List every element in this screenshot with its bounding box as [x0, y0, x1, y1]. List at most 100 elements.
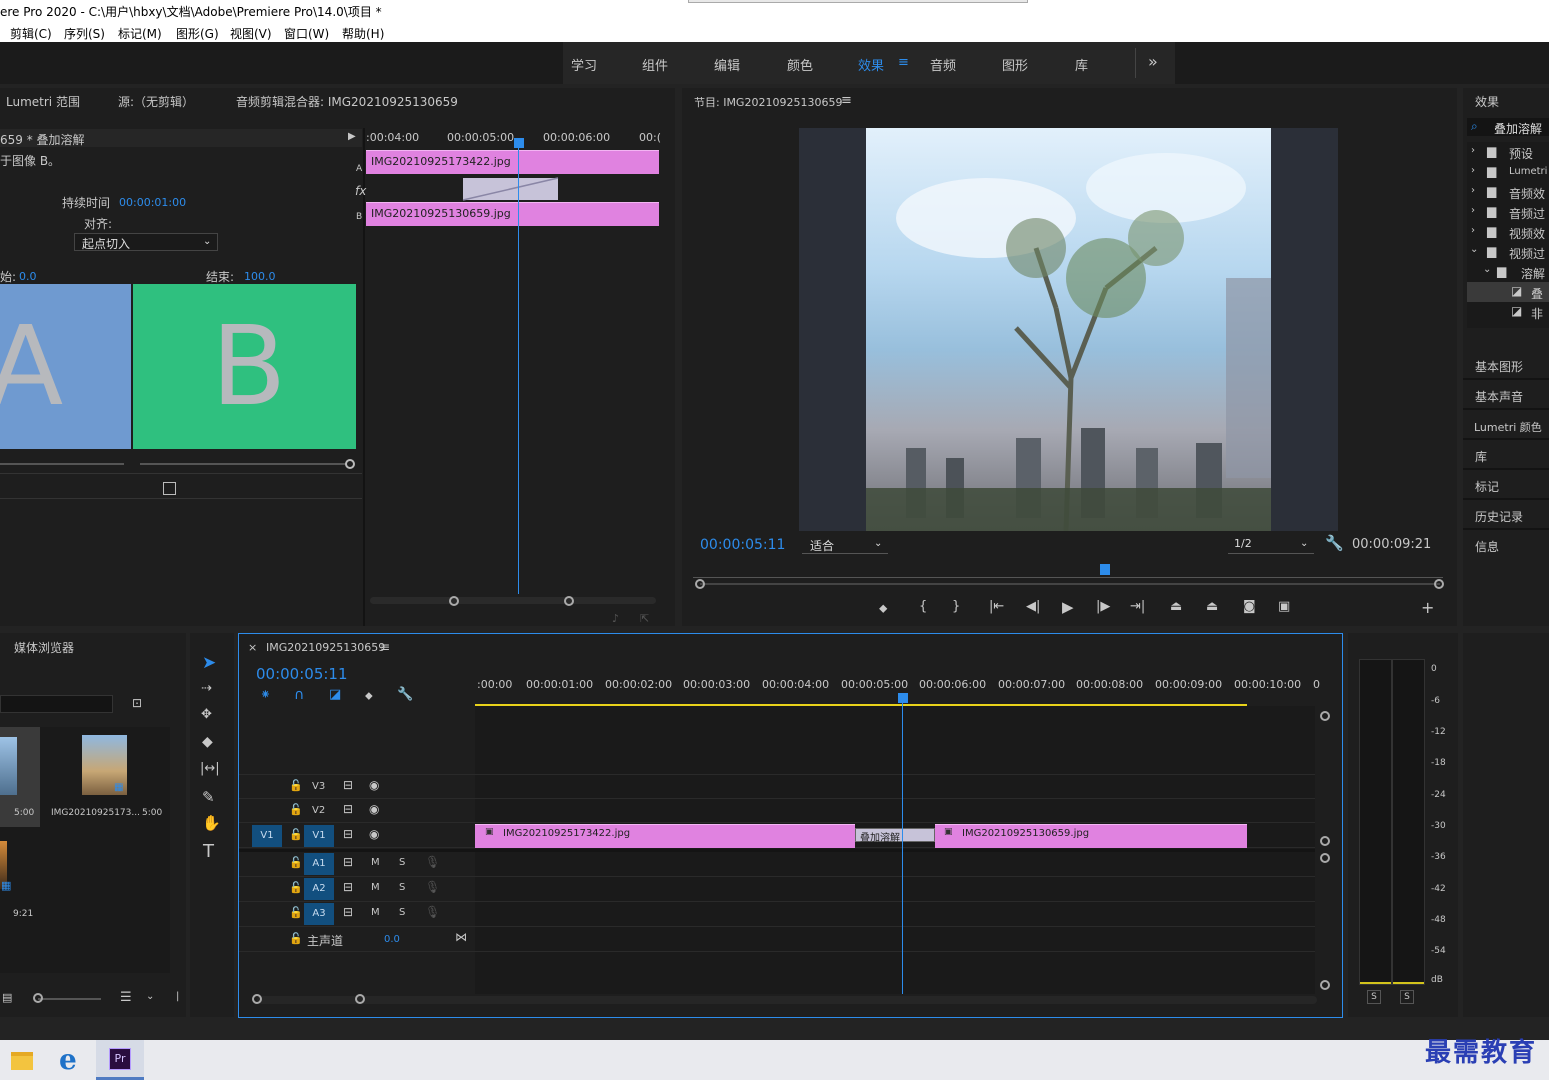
- effects-search[interactable]: ⌕ 叠加溶解: [1467, 118, 1549, 136]
- end-slider-handle[interactable]: [345, 459, 355, 469]
- v-scroll-handle[interactable]: [1320, 711, 1330, 721]
- end-slider[interactable]: [140, 463, 346, 465]
- wrench-icon[interactable]: 🔧: [1325, 534, 1344, 552]
- workspace-tab[interactable]: 音频: [930, 55, 956, 74]
- export-frame-icon[interactable]: ◙: [1243, 599, 1256, 614]
- program-timecode[interactable]: 00:00:05:11: [700, 537, 785, 553]
- program-scrollbar[interactable]: [700, 583, 1440, 585]
- mute-button[interactable]: M: [371, 857, 380, 868]
- panel-markers[interactable]: 标记: [1463, 472, 1549, 500]
- resize-handle[interactable]: |: [176, 991, 179, 1002]
- pen-tool-icon[interactable]: ✎: [202, 788, 215, 806]
- program-menu-icon[interactable]: ≡: [841, 93, 852, 108]
- edge-browser-icon[interactable]: e: [59, 1043, 77, 1076]
- premiere-taskbar-item[interactable]: Pr: [96, 1040, 144, 1080]
- sync-lock-icon[interactable]: ⊟: [343, 778, 353, 792]
- razor-tool-icon[interactable]: ◆: [202, 734, 213, 750]
- h-scroll-handle[interactable]: [252, 994, 262, 1004]
- tab-audio-clip-mixer[interactable]: 音频剪辑混合器: IMG20210925130659: [236, 93, 458, 110]
- workspace-tab[interactable]: 组件: [642, 55, 668, 74]
- lock-icon[interactable]: 🔓: [289, 881, 303, 894]
- microphone-icon[interactable]: 🎙: [425, 855, 440, 869]
- program-ruler[interactable]: [693, 570, 1443, 578]
- track-target-a3[interactable]: A3: [304, 903, 334, 925]
- solo-button[interactable]: S: [399, 882, 405, 893]
- clip-a[interactable]: IMG20210925173422.jpg: [366, 150, 659, 174]
- microphone-icon[interactable]: 🎙: [425, 905, 440, 919]
- track-label[interactable]: V2: [312, 805, 325, 816]
- v-scroll-handle[interactable]: [1320, 980, 1330, 990]
- nest-icon[interactable]: ⁕: [260, 688, 271, 703]
- tree-item-video-transitions[interactable]: ⌄ ▆ 视频过: [1467, 242, 1549, 262]
- mini-scroll-handle[interactable]: [564, 596, 574, 606]
- program-playhead[interactable]: [1100, 564, 1110, 575]
- sort-icon[interactable]: ☰: [120, 990, 132, 1005]
- chevron-down-icon[interactable]: ⌄: [146, 991, 154, 1002]
- start-slider[interactable]: [0, 463, 124, 465]
- tree-item-audio-transitions[interactable]: › ▆ 音频过: [1467, 202, 1549, 222]
- go-to-in-icon[interactable]: |⇤: [989, 599, 1004, 614]
- sync-lock-icon[interactable]: ⊟: [343, 827, 353, 841]
- workspace-tab[interactable]: 颜色: [787, 55, 813, 74]
- track-target-v1[interactable]: V1: [304, 825, 334, 847]
- ripple-edit-tool-icon[interactable]: ✥: [201, 707, 212, 722]
- workspace-tab[interactable]: 图形: [1002, 55, 1028, 74]
- lock-icon[interactable]: 🔓: [289, 779, 303, 792]
- button-editor-icon[interactable]: +: [1421, 598, 1434, 617]
- track-label[interactable]: V3: [312, 781, 325, 792]
- panel-essential-sound[interactable]: 基本声音: [1463, 382, 1549, 410]
- h-scroll-handle[interactable]: [355, 994, 365, 1004]
- track-select-tool-icon[interactable]: ⇢: [201, 681, 212, 696]
- solo-left-button[interactable]: S: [1367, 990, 1381, 1004]
- lock-icon[interactable]: 🔓: [289, 932, 303, 945]
- audio-icon[interactable]: ♪: [612, 612, 619, 625]
- workspace-tab[interactable]: 学习: [571, 55, 597, 74]
- zoom-slider[interactable]: [38, 998, 101, 1000]
- lock-icon[interactable]: 🔓: [289, 803, 303, 816]
- menu-item[interactable]: 图形(G): [176, 25, 219, 42]
- menu-item[interactable]: 视图(V): [230, 25, 272, 42]
- selection-tool-icon[interactable]: ➤: [202, 653, 216, 673]
- sync-lock-icon[interactable]: ⊟: [343, 905, 353, 919]
- add-marker-icon[interactable]: ⬥: [365, 689, 373, 703]
- panel-essential-graphics[interactable]: 基本图形: [1463, 352, 1549, 380]
- panel-lumetri-color[interactable]: Lumetri 颜色: [1463, 412, 1549, 440]
- menu-item[interactable]: 窗口(W): [284, 25, 329, 42]
- mute-button[interactable]: M: [371, 882, 380, 893]
- timeline-ruler[interactable]: :00:00 00:00:01:00 00:00:02:00 00:00:03:…: [475, 674, 1320, 706]
- project-title[interactable]: 媒体浏览器: [14, 639, 74, 656]
- sync-lock-icon[interactable]: ⊟: [343, 880, 353, 894]
- menu-item[interactable]: 帮助(H): [342, 25, 384, 42]
- timeline-clip-2[interactable]: ▣ IMG20210925130659.jpg: [935, 824, 1247, 848]
- mini-playhead-marker[interactable]: [514, 138, 524, 148]
- slip-tool-icon[interactable]: |↔|: [200, 761, 220, 776]
- project-search[interactable]: [0, 695, 113, 713]
- go-to-out-icon[interactable]: ⇥|: [1130, 599, 1145, 614]
- new-bin-icon[interactable]: ⊡: [132, 696, 142, 710]
- export-icon[interactable]: ⇱: [640, 612, 649, 625]
- more-workspaces-icon[interactable]: »: [1148, 52, 1158, 71]
- workspace-tab[interactable]: 编辑: [714, 55, 740, 74]
- workspace-tab[interactable]: 库: [1075, 55, 1088, 74]
- timeline-clip-1[interactable]: ▣ IMG20210925173422.jpg: [475, 824, 855, 848]
- go-to-end-icon[interactable]: ⋈: [455, 930, 467, 944]
- step-back-icon[interactable]: ◀|: [1026, 599, 1040, 614]
- microphone-icon[interactable]: 🎙: [425, 880, 440, 894]
- eye-icon[interactable]: ◉: [369, 802, 379, 816]
- panel-info[interactable]: 信息: [1463, 532, 1549, 560]
- mark-out-icon[interactable]: }: [952, 599, 960, 614]
- linked-select-icon[interactable]: ◪: [329, 687, 341, 702]
- mini-scrollbar[interactable]: [370, 597, 656, 604]
- play-icon[interactable]: ▶: [1062, 598, 1074, 616]
- menu-item[interactable]: 标记(M): [118, 25, 162, 42]
- solo-button[interactable]: S: [399, 857, 405, 868]
- lift-icon[interactable]: ⏏: [1170, 599, 1182, 614]
- eye-icon[interactable]: ◉: [369, 778, 379, 792]
- master-value[interactable]: 0.0: [384, 934, 400, 945]
- mute-button[interactable]: M: [371, 907, 380, 918]
- reverse-checkbox[interactable]: [163, 482, 176, 495]
- step-forward-icon[interactable]: |▶: [1096, 599, 1110, 614]
- media-item[interactable]: 5:00: [0, 727, 40, 827]
- track-target-a2[interactable]: A2: [304, 878, 334, 900]
- tree-item-audio-effects[interactable]: › ▆ 音频效: [1467, 182, 1549, 202]
